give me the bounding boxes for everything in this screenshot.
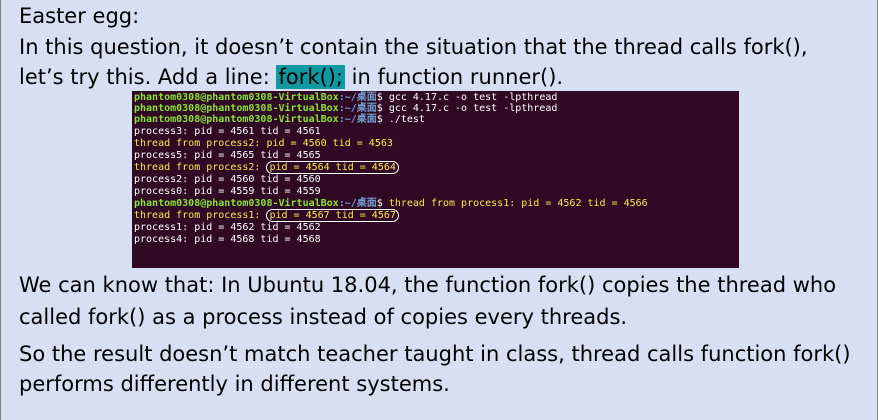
terminal-output-line: thread from process2: pid = 4564 tid = 4… [134, 161, 399, 174]
terminal-output-line: process4: pid = 4568 tid = 4568 [134, 234, 321, 245]
paragraph-line: In this question, it doesn’t contain the… [19, 35, 808, 59]
terminal-screenshot: phantom0308@phantom0308-VirtualBox:~/桌面$… [132, 91, 739, 268]
heading-easter-egg: Easter egg: [19, 4, 140, 28]
circled-annotation: pid = 4564 tid = 4564 [266, 161, 399, 174]
terminal-prompt: phantom0308@phantom0308-VirtualBox [134, 103, 339, 114]
circled-annotation: pid = 4567 tid = 4567 [266, 209, 399, 222]
terminal-output-line: thread from process1: pid = 4567 tid = 4… [134, 209, 399, 222]
terminal-output-text: thread from process1: [134, 210, 267, 221]
terminal-output-line: process1: pid = 4562 tid = 4562 [134, 222, 321, 233]
terminal-output-line: process3: pid = 4561 tid = 4561 [134, 126, 321, 137]
terminal-path: :~/桌面 [338, 103, 377, 114]
paragraph-line: So the result doesn’t match teacher taug… [19, 342, 851, 366]
terminal-dollar: $ [376, 92, 389, 103]
terminal-command-line: phantom0308@phantom0308-VirtualBox:~/桌面$… [134, 114, 425, 125]
paragraph-text: let’s try this. Add a line: [19, 65, 277, 89]
slide: Easter egg: In this question, it doesn’t… [0, 0, 878, 420]
terminal-dollar: $ [376, 103, 389, 114]
paragraph-line: called fork() as a process instead of co… [19, 305, 628, 329]
terminal-output-text: thread from process1: pid = 4562 tid = 4… [388, 198, 648, 209]
paragraph-text: in function runner(). [344, 65, 564, 89]
terminal-path: :~/桌面 [338, 198, 377, 209]
terminal-output-line: process5: pid = 4565 tid = 4565 [134, 150, 321, 161]
terminal-command-line: phantom0308@phantom0308-VirtualBox:~/桌面$… [134, 92, 557, 103]
terminal-dollar: $ [376, 198, 389, 209]
terminal-output-text: thread from process2: [134, 162, 267, 173]
terminal-prompt: phantom0308@phantom0308-VirtualBox [134, 198, 339, 209]
terminal-command: gcc 4.17.c -o test -lpthread [388, 92, 558, 103]
paragraph-line: let’s try this. Add a line: fork(); in f… [19, 63, 563, 91]
terminal-command-line: phantom0308@phantom0308-VirtualBox:~/桌面$… [134, 103, 557, 114]
terminal-output-line: process0: pid = 4559 tid = 4559 [134, 186, 321, 197]
paragraph-line: We can know that: In Ubuntu 18.04, the f… [19, 273, 837, 297]
terminal-path: :~/桌面 [338, 114, 377, 125]
terminal-path: :~/桌面 [338, 92, 377, 103]
paragraph-line: performs differently in different system… [19, 372, 450, 396]
terminal-prompt: phantom0308@phantom0308-VirtualBox [134, 92, 339, 103]
terminal-command: gcc 4.17.c -o test -lpthread [388, 103, 558, 114]
highlighted-code: fork(); [276, 65, 345, 89]
terminal-dollar: $ [376, 114, 389, 125]
terminal-command: ./test [388, 114, 425, 125]
terminal-output-line: process2: pid = 4560 tid = 4560 [134, 174, 321, 185]
terminal-prompt: phantom0308@phantom0308-VirtualBox [134, 114, 339, 125]
terminal-command-line: phantom0308@phantom0308-VirtualBox:~/桌面$… [134, 198, 648, 209]
terminal-output-line: thread from process2: pid = 4560 tid = 4… [134, 138, 393, 149]
